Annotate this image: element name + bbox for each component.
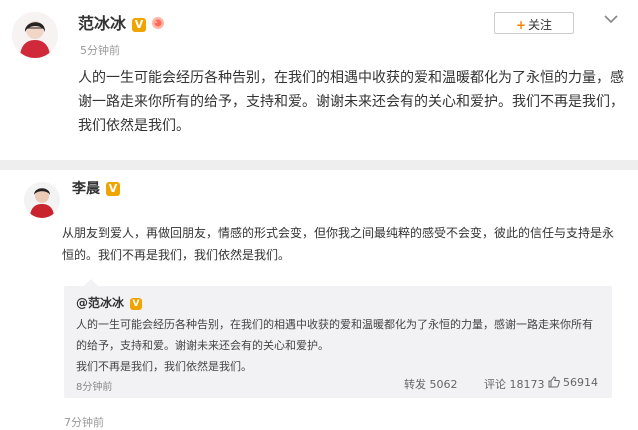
quoted-author-text[interactable]: @范冰冰 xyxy=(76,296,124,310)
verified-badge-icon: V xyxy=(130,298,143,310)
author-name-text[interactable]: 李晨 xyxy=(72,181,100,197)
repost-count-link[interactable]: 转发 5062 xyxy=(404,376,458,392)
quote-caret xyxy=(84,279,98,286)
avatar-portrait-icon xyxy=(24,182,60,218)
verified-badge-icon: V xyxy=(106,182,120,196)
quoted-text: 人的一生可能会经历各种告别，在我们的相遇中收获的爱和温暖都化为了永恒的力量，感谢… xyxy=(76,314,602,377)
follow-label: 关注 xyxy=(528,18,553,32)
avatar-portrait-icon xyxy=(12,12,58,58)
author-name[interactable]: 范冰冰 V xyxy=(78,10,165,34)
quoted-text-line: 我们不再是我们，我们依然是我们。 xyxy=(76,360,252,373)
like-button[interactable]: 56914 xyxy=(548,376,598,389)
post-text: 人的一生可能会经历各种告别，在我们的相遇中收获的爱和温暖都化为了永恒的力量，感谢… xyxy=(78,70,624,134)
avatar[interactable] xyxy=(12,12,58,58)
quoted-time[interactable]: 8分钟前 xyxy=(76,378,112,393)
post-time[interactable]: 5分钟前 xyxy=(80,42,120,58)
post-text: 从朋友到爱人，再做回朋友，情感的形式会变，但你我之间最纯粹的感受不会变，彼此的信… xyxy=(62,226,615,262)
avatar[interactable] xyxy=(24,182,60,218)
verified-badge-icon: V xyxy=(132,18,147,32)
thumbs-up-icon xyxy=(548,376,560,388)
quoted-text-line: 人的一生可能会经历各种告别，在我们的相遇中收获的爱和温暖都化为了永恒的力量，感谢… xyxy=(76,318,593,352)
author-name-text[interactable]: 范冰冰 xyxy=(78,14,126,33)
chevron-down-icon[interactable] xyxy=(604,14,618,24)
divider xyxy=(0,160,638,170)
weibo-post-repost: 李晨 V 从朋友到爱人，再做回朋友，情感的形式会变，但你我之间最纯粹的感受不会变，… xyxy=(0,176,638,430)
weibo-post-original: 范冰冰 V 5分钟前 + 关注 人的一生可能会经历各种告别，在我们的相遇中收获的爱和… xyxy=(0,0,638,160)
post-time[interactable]: 7分钟前 xyxy=(64,414,104,430)
follow-button[interactable]: + 关注 xyxy=(494,12,574,34)
like-count: 56914 xyxy=(563,376,598,389)
quoted-author[interactable]: @范冰冰 V xyxy=(76,294,143,311)
author-name[interactable]: 李晨 V xyxy=(72,178,120,198)
emoji-icon xyxy=(152,17,165,29)
quoted-post[interactable]: @范冰冰 V 人的一生可能会经历各种告别，在我们的相遇中收获的爱和温暖都化为了永恒… xyxy=(64,279,612,398)
plus-icon: + xyxy=(515,18,527,32)
comment-count-link[interactable]: 评论 18173 xyxy=(484,376,545,392)
